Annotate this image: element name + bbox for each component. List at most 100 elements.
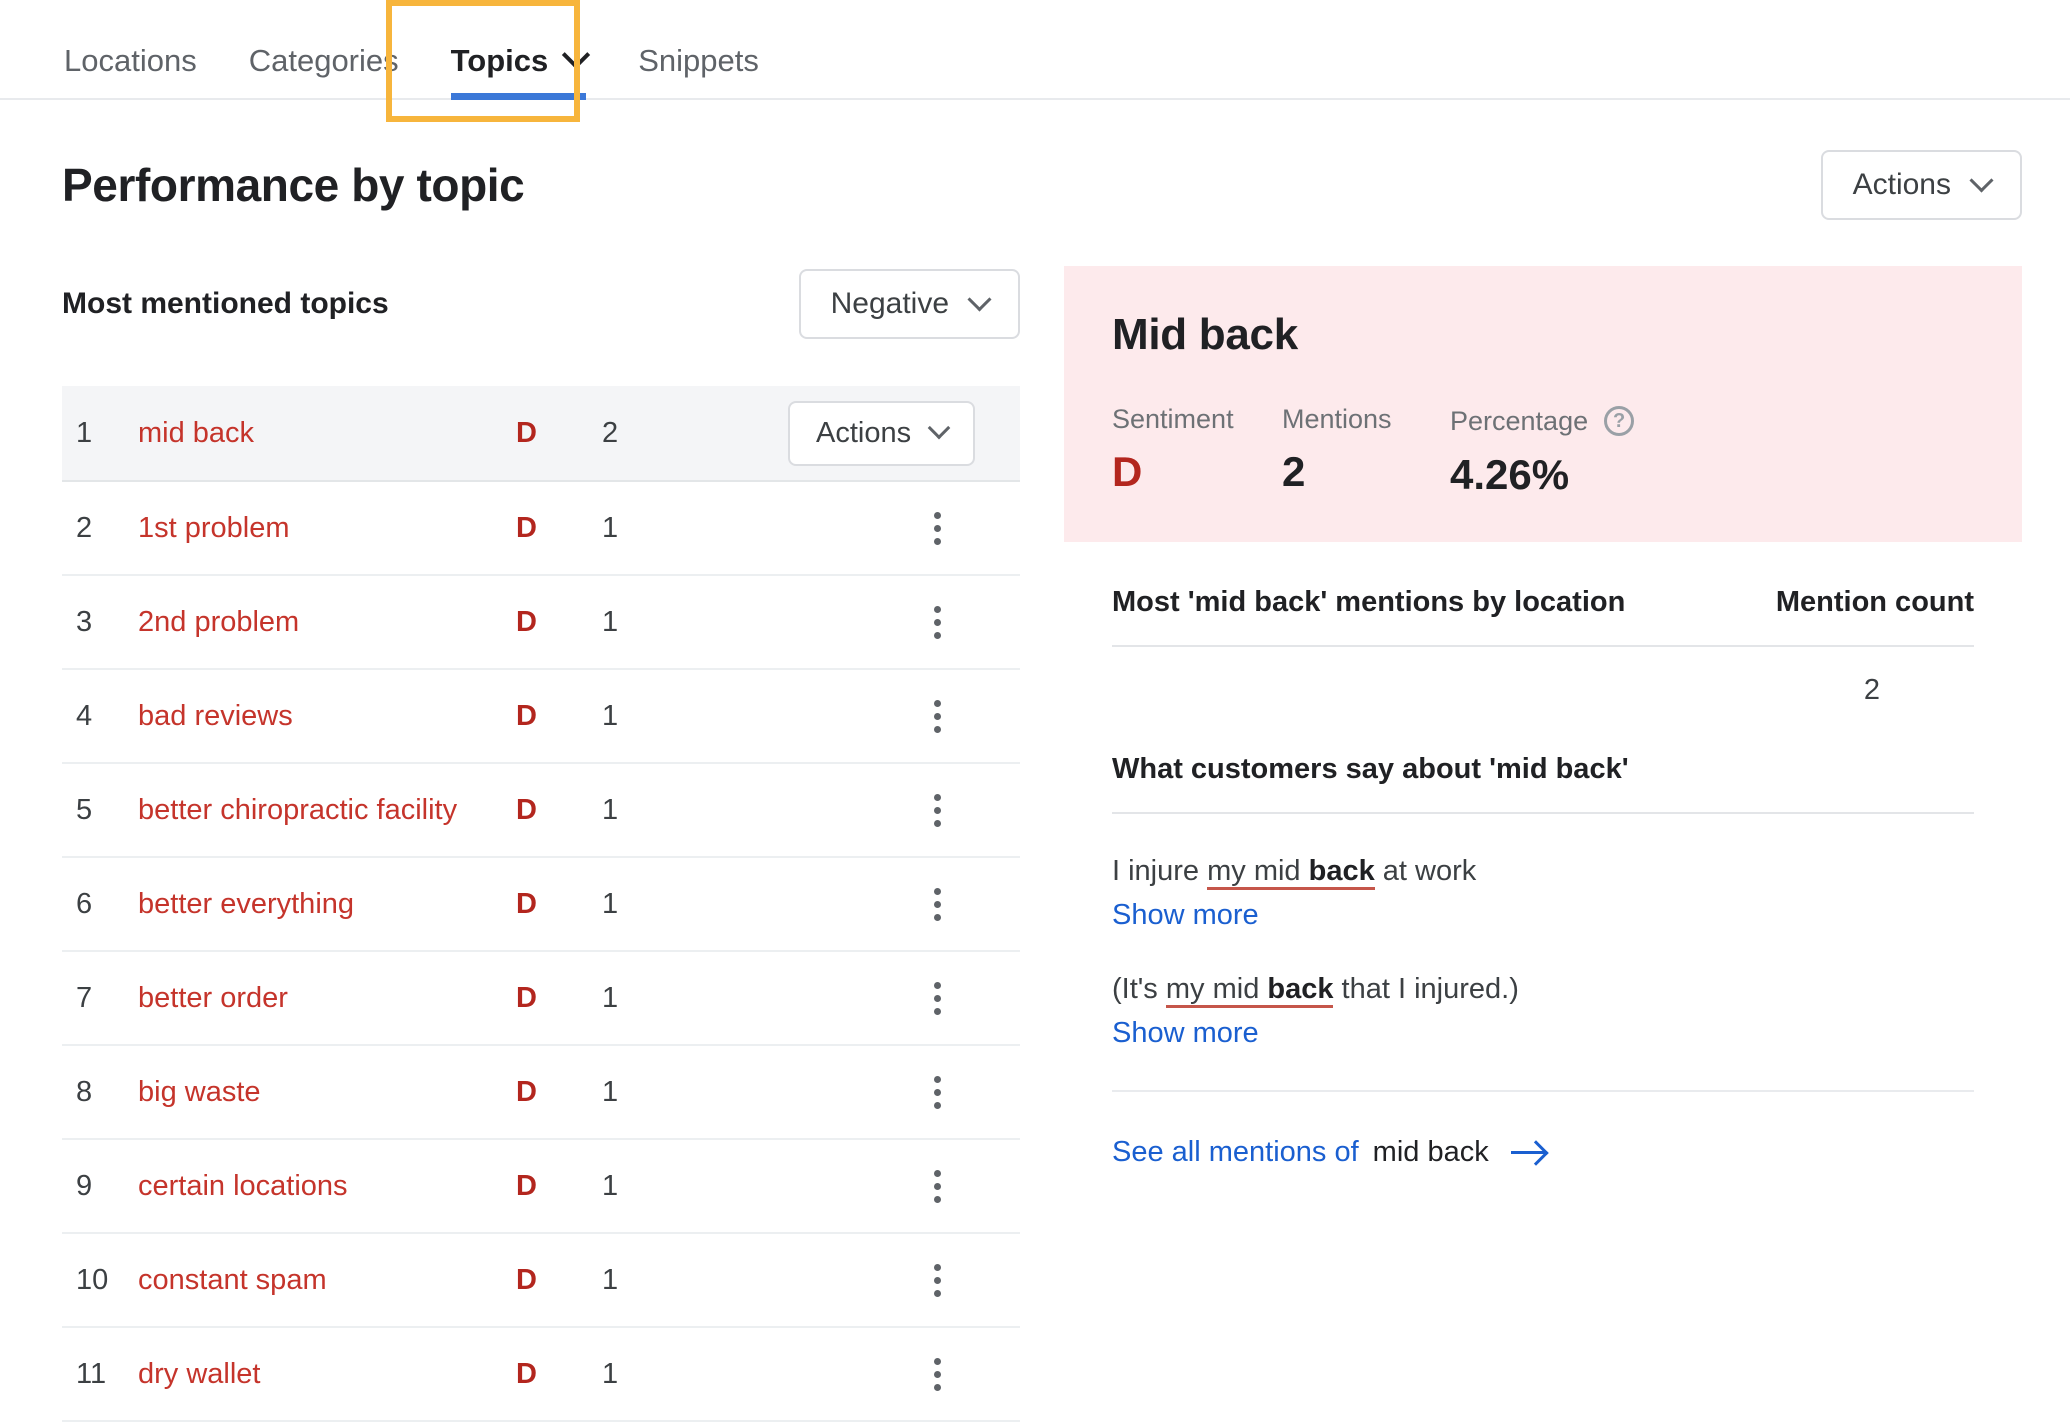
quotes-header: What customers say about 'mid back' — [1112, 733, 1974, 814]
table-row[interactable]: 10 constant spam D 1 — [62, 1234, 1020, 1328]
row-sentiment: D — [516, 699, 537, 732]
row-action-cell — [788, 599, 1020, 645]
page-header: Performance by topic Actions — [0, 100, 2070, 220]
help-circle-icon[interactable]: ? — [1604, 406, 1635, 436]
row-rank: 2 — [76, 511, 93, 544]
row-actions-button[interactable]: Actions — [788, 400, 976, 466]
row-mention-count: 2 — [602, 416, 619, 449]
row-mention-count: 1 — [602, 887, 619, 920]
page-actions-button[interactable]: Actions — [1820, 150, 2022, 220]
tab-bar: Locations Categories Topics Snippets — [0, 0, 2070, 122]
row-overflow-menu-icon[interactable] — [914, 787, 960, 833]
sentiment-filter-dropdown[interactable]: Negative — [798, 269, 1020, 339]
page-title: Performance by topic — [62, 159, 525, 211]
row-rank: 6 — [76, 887, 93, 920]
row-topic-name[interactable]: certain locations — [138, 1170, 516, 1203]
table-row[interactable]: 7 better order D 1 — [62, 952, 1020, 1046]
locations-header-right: Mention count — [1775, 586, 1974, 618]
stat-mentions-label: Mentions — [1282, 404, 1392, 434]
row-action-cell — [788, 505, 1020, 551]
table-row[interactable]: 8 big waste D 1 — [62, 1046, 1020, 1140]
row-overflow-menu-icon[interactable] — [914, 1069, 960, 1115]
quote-pre: I injure — [1112, 855, 1208, 887]
quote-text: I injure my mid back at work — [1112, 852, 1974, 891]
row-action-cell — [788, 1257, 1020, 1303]
row-action-cell — [788, 1351, 1020, 1397]
show-more-link[interactable]: Show more — [1112, 899, 1259, 932]
row-topic-name[interactable]: better order — [138, 982, 516, 1015]
table-row[interactable]: 5 better chiropractic facility D 1 — [62, 764, 1020, 858]
row-topic-name[interactable]: constant spam — [138, 1264, 516, 1297]
row-overflow-menu-icon[interactable] — [914, 881, 960, 927]
row-mention-count: 1 — [602, 1263, 619, 1296]
row-action-cell: Actions — [788, 400, 1020, 466]
row-sentiment: D — [516, 511, 537, 544]
row-topic-name[interactable]: better chiropractic facility — [138, 794, 516, 827]
row-topic-name[interactable]: dry wallet — [138, 1358, 516, 1391]
tab-locations[interactable]: Locations — [60, 45, 223, 98]
row-action-cell — [788, 1163, 1020, 1209]
topic-detail-panel: Mid back Sentiment D Mentions 2 Percenta… — [1064, 266, 2022, 1422]
table-row[interactable]: 1 mid back D 2 Actions — [62, 386, 1020, 482]
row-overflow-menu-icon[interactable] — [914, 505, 960, 551]
table-row[interactable]: 9 certain locations D 1 — [62, 1140, 1020, 1234]
show-more-link[interactable]: Show more — [1112, 1017, 1259, 1050]
row-overflow-menu-icon[interactable] — [914, 975, 960, 1021]
table-row[interactable]: 11 dry wallet D 1 — [62, 1328, 1020, 1422]
stat-percentage-label-row: Percentage ? — [1450, 406, 1635, 436]
quote-item: (It's my mid back that I injured.) Show m… — [1112, 932, 1974, 1093]
row-rank: 10 — [76, 1263, 109, 1296]
see-all-mentions-link[interactable]: See all mentions of mid back — [1112, 1136, 1974, 1169]
row-topic-name[interactable]: big waste — [138, 1076, 516, 1109]
row-mention-count: 1 — [602, 1075, 619, 1108]
table-row[interactable]: 6 better everything D 1 — [62, 858, 1020, 952]
quote-post: at work — [1374, 855, 1477, 887]
row-overflow-menu-icon[interactable] — [914, 1163, 960, 1209]
row-sentiment: D — [516, 1357, 537, 1390]
row-rank: 11 — [76, 1357, 107, 1390]
table-row[interactable]: 4 bad reviews D 1 — [62, 670, 1020, 764]
tab-snippets[interactable]: Snippets — [612, 45, 785, 98]
row-mention-count: 1 — [602, 699, 619, 732]
arrow-right-icon — [1510, 1151, 1545, 1155]
see-all-link-text: See all mentions of — [1112, 1136, 1359, 1169]
stat-percentage-value: 4.26% — [1450, 451, 1570, 498]
quote-item: I injure my mid back at work Show more — [1112, 814, 1974, 932]
row-sentiment: D — [516, 1263, 537, 1296]
stat-sentiment: Sentiment D — [1112, 406, 1282, 496]
stat-mentions-value: 2 — [1282, 448, 1306, 495]
row-action-cell — [788, 693, 1020, 739]
row-topic-name[interactable]: better everything — [138, 888, 516, 921]
row-overflow-menu-icon[interactable] — [914, 1351, 960, 1397]
row-rank: 7 — [76, 981, 93, 1014]
row-topic-name[interactable]: bad reviews — [138, 700, 516, 733]
row-rank: 8 — [76, 1075, 93, 1108]
row-mention-count: 1 — [602, 981, 619, 1014]
row-action-cell — [788, 975, 1020, 1021]
table-row[interactable]: 2 1st problem D 1 — [62, 482, 1020, 576]
row-topic-name[interactable]: 1st problem — [138, 512, 516, 545]
row-overflow-menu-icon[interactable] — [914, 693, 960, 739]
quote-hl-pre: my mid — [1207, 855, 1309, 887]
locations-table-header: Most 'mid back' mentions by location Men… — [1112, 542, 1974, 647]
topic-stats: Sentiment D Mentions 2 Percentage ? 4.26… — [1112, 406, 1974, 496]
row-overflow-menu-icon[interactable] — [914, 1257, 960, 1303]
quote-divider — [1112, 1090, 1974, 1093]
row-overflow-menu-icon[interactable] — [914, 599, 960, 645]
tab-categories[interactable]: Categories — [223, 45, 425, 98]
row-mention-count: 1 — [602, 793, 619, 826]
row-topic-name[interactable]: 2nd problem — [138, 606, 516, 639]
row-sentiment: D — [516, 605, 537, 638]
topics-table: 1 mid back D 2 Actions 2 1st problem D 1 3 2nd pro… — [62, 386, 1020, 1422]
stat-percentage: Percentage ? 4.26% — [1450, 406, 1635, 498]
row-topic-name[interactable]: mid back — [138, 417, 516, 450]
tab-locations-label: Locations — [64, 43, 197, 78]
row-mention-count: 1 — [602, 1169, 619, 1202]
quote-hl-bold: back — [1308, 855, 1375, 887]
most-mentioned-topics-panel: Most mentioned topics Negative 1 mid back… — [62, 266, 1020, 1422]
tab-topics[interactable]: Topics — [425, 40, 613, 100]
chevron-down-icon — [927, 416, 951, 440]
chevron-down-icon — [562, 40, 591, 69]
table-row[interactable]: 3 2nd problem D 1 — [62, 576, 1020, 670]
quote-text: (It's my mid back that I injured.) — [1112, 970, 1974, 1009]
